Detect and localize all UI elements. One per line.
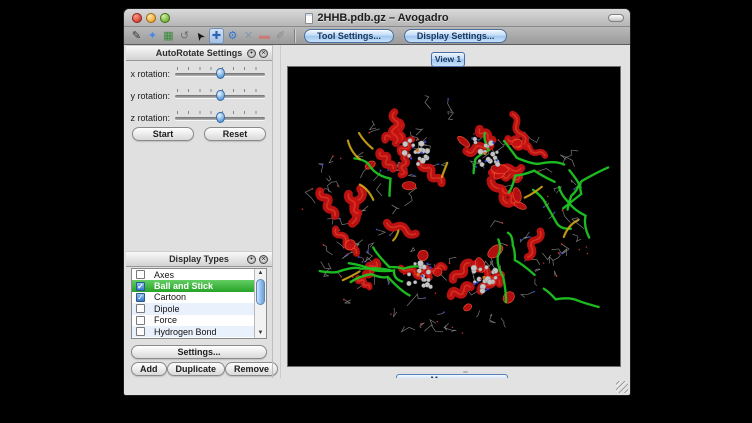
autorotate-sliders: x rotation: y rotation: z rotation: <box>126 63 272 129</box>
duplicate-button[interactable]: Duplicate <box>167 362 226 376</box>
autorotate-float-icon[interactable]: • <box>247 49 256 58</box>
toolbar-toggle-button[interactable] <box>608 14 624 22</box>
avogadro-window: 2HHB.pdb.gz – Avogadro ✎✦▦↺➤✚⚙✕▬✐ Tool S… <box>123 8 631 396</box>
window-title: 2HHB.pdb.gz – Avogadro <box>317 12 448 24</box>
x-rotation-row: x rotation: <box>126 63 272 85</box>
z-rotation-slider[interactable] <box>175 107 265 129</box>
display-type-ball-and-stick[interactable]: ✓ Ball and Stick <box>132 280 254 291</box>
tool-icons: ✎✦▦↺➤✚⚙✕▬✐ <box>129 28 288 44</box>
messages-splitter-handle[interactable] <box>463 371 468 373</box>
display-type-hydrogen-bond[interactable]: Hydrogen Bond <box>132 326 254 337</box>
bond-centric-tool[interactable]: ▦ <box>161 28 176 44</box>
zmatrix-tool[interactable]: ✐ <box>273 28 288 44</box>
molecule-rendering <box>288 67 620 366</box>
display-type-label: Ball and Stick <box>154 281 213 291</box>
display-type-label: Cartoon <box>154 292 186 302</box>
align-tool[interactable]: ▬ <box>257 28 272 44</box>
main-content: AutoRotate Settings • × x rotation: y rot… <box>124 45 630 378</box>
start-button[interactable]: Start <box>132 127 194 141</box>
checkbox[interactable]: ✓ <box>136 282 145 291</box>
display-types-float-icon[interactable]: • <box>247 255 256 264</box>
display-type-cartoon[interactable]: ✓ Cartoon <box>132 292 254 303</box>
select-tool[interactable]: ➤ <box>190 25 212 46</box>
reset-button[interactable]: Reset <box>204 127 266 141</box>
add-button[interactable]: Add <box>131 362 167 376</box>
measure-tool[interactable]: ✕ <box>241 28 256 44</box>
document-icon <box>305 13 313 24</box>
scroll-up-icon[interactable]: ▲ <box>255 269 266 278</box>
display-types-scrollbar[interactable]: ▲ ▼ <box>254 269 266 338</box>
left-dock: AutoRotate Settings • × x rotation: y rot… <box>126 45 272 378</box>
window-title-group: 2HHB.pdb.gz – Avogadro <box>184 9 570 27</box>
display-type-label[interactable]: Label <box>132 337 254 339</box>
display-type-label: Axes <box>154 270 174 280</box>
slider-label: z rotation: <box>126 113 170 123</box>
checkbox[interactable] <box>136 304 145 313</box>
remove-button[interactable]: Remove <box>225 362 278 376</box>
slider-thumb[interactable] <box>216 90 225 101</box>
display-settings-button[interactable]: Display Settings... <box>404 29 508 43</box>
slider-label: y rotation: <box>126 91 170 101</box>
dock-splitter[interactable] <box>272 45 281 378</box>
checkbox[interactable]: ✓ <box>136 293 145 302</box>
display-types-panel-title: Display Types <box>169 254 229 264</box>
display-type-force[interactable]: Force <box>132 315 254 326</box>
autorotate-panel-title: AutoRotate Settings <box>156 48 243 58</box>
scroll-down-icon[interactable]: ▼ <box>255 329 266 338</box>
checkbox[interactable] <box>136 327 145 336</box>
display-type-label: Hydrogen Bond <box>154 327 217 337</box>
checkbox[interactable] <box>136 316 145 325</box>
display-types-list: Axes ✓ Ball and Stick ✓ Cartoon DipoleForce Hy… <box>131 268 267 339</box>
slider-thumb[interactable] <box>216 112 225 123</box>
tab-view-1[interactable]: View 1 <box>431 52 465 67</box>
slider-label: x rotation: <box>126 69 170 79</box>
display-types-rows: Axes ✓ Ball and Stick ✓ Cartoon DipoleForce Hy… <box>132 269 254 339</box>
autorotate-panel-header[interactable]: AutoRotate Settings • × <box>126 45 272 61</box>
zoom-window-button[interactable] <box>160 13 170 23</box>
display-types-close-icon[interactable]: × <box>259 255 268 264</box>
display-types-panel-header[interactable]: Display Types • × <box>126 251 272 267</box>
scrollbar-thumb[interactable] <box>256 279 265 305</box>
autorotate-panel: AutoRotate Settings • × x rotation:y rot… <box>126 45 272 61</box>
slider-thumb[interactable] <box>216 68 225 79</box>
y-rotation-row: y rotation: <box>126 85 272 107</box>
y-rotation-slider[interactable] <box>175 85 265 107</box>
3d-viewport[interactable] <box>287 66 621 367</box>
toolbar-separator <box>294 29 295 43</box>
checkbox[interactable] <box>136 270 145 279</box>
display-type-axes[interactable]: Axes <box>132 269 254 280</box>
toolbar: ✎✦▦↺➤✚⚙✕▬✐ Tool Settings... Display Sett… <box>124 27 630 45</box>
auto-optimize-tool[interactable]: ⚙ <box>225 28 240 44</box>
navigate-tool[interactable]: ✦ <box>145 28 160 44</box>
x-rotation-slider[interactable] <box>175 63 265 85</box>
minimize-window-button[interactable] <box>146 13 156 23</box>
desktop-background: 2HHB.pdb.gz – Avogadro ✎✦▦↺➤✚⚙✕▬✐ Tool S… <box>0 0 752 423</box>
window-titlebar[interactable]: 2HHB.pdb.gz – Avogadro <box>124 9 630 27</box>
display-type-dipole[interactable]: Dipole <box>132 303 254 314</box>
display-types-panel: Display Types • × Axes✓Ball and Stick✓Ca… <box>126 251 272 267</box>
settings-button[interactable]: Settings... <box>131 345 267 359</box>
close-window-button[interactable] <box>132 13 142 23</box>
resize-grip[interactable] <box>616 381 628 393</box>
draw-tool[interactable]: ✎ <box>129 28 144 44</box>
display-type-label: Label <box>154 338 176 339</box>
manipulate-tool[interactable]: ✚ <box>209 28 224 44</box>
display-type-label: Force <box>154 315 177 325</box>
status-bar <box>124 378 630 395</box>
z-rotation-row: z rotation: <box>126 107 272 129</box>
autorotate-close-icon[interactable]: × <box>259 49 268 58</box>
display-type-label: Dipole <box>154 304 180 314</box>
tool-settings-button[interactable]: Tool Settings... <box>304 29 394 43</box>
